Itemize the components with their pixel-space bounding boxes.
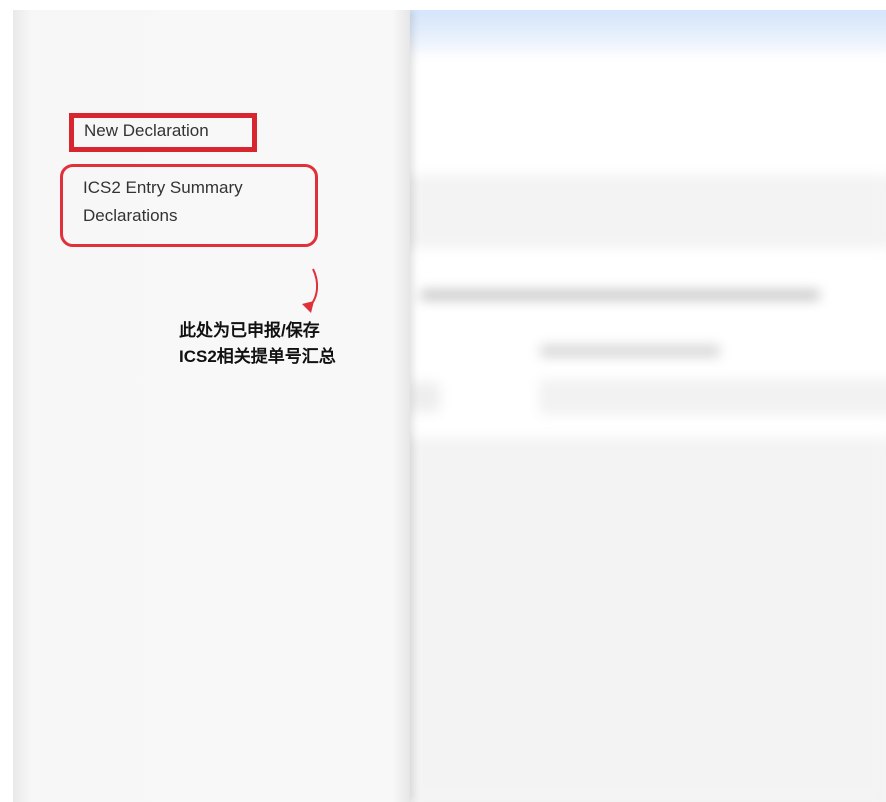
- sidebar-item-new-declaration[interactable]: New Declaration: [84, 117, 209, 145]
- sidebar-item-ics2-entry-summary-declarations[interactable]: ICS2 Entry Summary Declarations: [83, 174, 303, 230]
- blurred-text-line: [420, 290, 820, 300]
- app-window: New Declaration ICS2 Entry Summary Decla…: [13, 10, 886, 802]
- annotation-line-2: ICS2相关提单号汇总: [179, 347, 336, 366]
- annotation-arrow-icon: [302, 268, 319, 313]
- sidebar: New Declaration ICS2 Entry Summary Decla…: [13, 10, 410, 802]
- main-content-blurred: [390, 10, 886, 802]
- blurred-field-label: [540, 345, 720, 357]
- annotation-line-1: 此处为已申报/保存: [179, 321, 320, 340]
- main-banner: [400, 55, 886, 175]
- blurred-input-field: [540, 380, 886, 414]
- main-header: [390, 10, 886, 60]
- annotation-note: 此处为已申报/保存 ICS2相关提单号汇总: [179, 318, 336, 370]
- blurred-control: [410, 382, 440, 412]
